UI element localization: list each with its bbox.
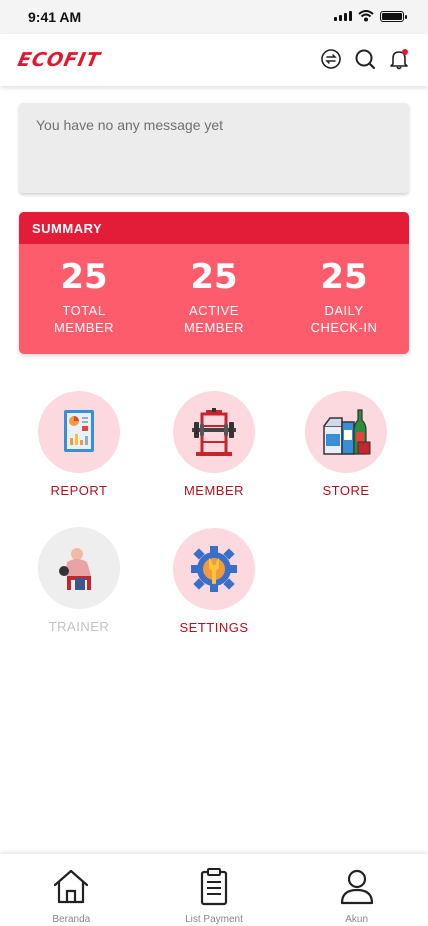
summary-card: SUMMARY 25 TOTAL MEMBER 25 ACTIVE MEMBER… — [19, 212, 409, 354]
menu-report[interactable]: REPORT — [19, 391, 139, 498]
summary-title: SUMMARY — [19, 212, 409, 244]
status-bar: 9:41 AM — [0, 0, 428, 34]
stat-label: DAILY CHECK-IN — [310, 303, 378, 335]
user-icon — [340, 869, 373, 905]
nav-akun[interactable]: Akun — [297, 854, 417, 926]
message-text: You have no any message yet — [36, 117, 224, 133]
nav-label: List Payment — [185, 914, 243, 925]
stat-total-member: 25 TOTAL MEMBER — [24, 258, 144, 336]
nav-list-payment[interactable]: List Payment — [154, 854, 274, 926]
bell-icon[interactable] — [388, 48, 410, 70]
menu-label: SETTINGS — [179, 620, 249, 635]
stat-daily-check-in: 25 DAILY CHECK-IN — [284, 258, 404, 336]
menu-label: STORE — [322, 483, 370, 498]
menu-label: MEMBER — [183, 483, 245, 498]
menu-settings[interactable]: SETTINGS — [154, 528, 274, 635]
app-logo: ECOFIT — [15, 49, 103, 71]
stat-label: ACTIVE MEMBER — [183, 303, 245, 335]
menu-store[interactable]: STORE — [286, 391, 406, 498]
stat-label: TOTAL MEMBER — [53, 303, 115, 335]
menu-label: REPORT — [50, 483, 108, 498]
stat-value: 25 — [60, 257, 108, 297]
store-icon — [323, 409, 371, 455]
nav-label: Akun — [345, 914, 369, 925]
sync-icon[interactable] — [320, 48, 342, 70]
nav-label: Beranda — [52, 914, 91, 925]
clipboard-icon — [200, 868, 228, 906]
trainer-icon — [59, 548, 91, 590]
search-icon[interactable] — [354, 48, 376, 70]
home-icon — [54, 869, 89, 904]
nav-beranda[interactable]: Beranda — [11, 854, 131, 926]
menu-trainer: TRAINER — [19, 527, 139, 634]
barbell-icon — [192, 408, 236, 456]
wifi-icon — [358, 10, 374, 22]
signal-icon — [334, 11, 352, 21]
menu-member[interactable]: MEMBER — [154, 391, 274, 498]
menu-label: TRAINER — [48, 619, 110, 634]
battery-icon — [380, 10, 407, 22]
stat-value: 25 — [320, 257, 368, 297]
bottom-nav: Beranda List Payment Akun — [0, 854, 428, 926]
stat-active-member: 25 ACTIVE MEMBER — [154, 258, 274, 336]
stat-value: 25 — [190, 257, 238, 297]
message-box: You have no any message yet — [19, 103, 409, 193]
report-icon — [64, 410, 94, 452]
status-icons — [334, 10, 407, 22]
settings-gear-icon — [191, 546, 237, 592]
status-time: 9:41 AM — [28, 9, 82, 25]
app-header: ECOFIT — [0, 34, 428, 86]
